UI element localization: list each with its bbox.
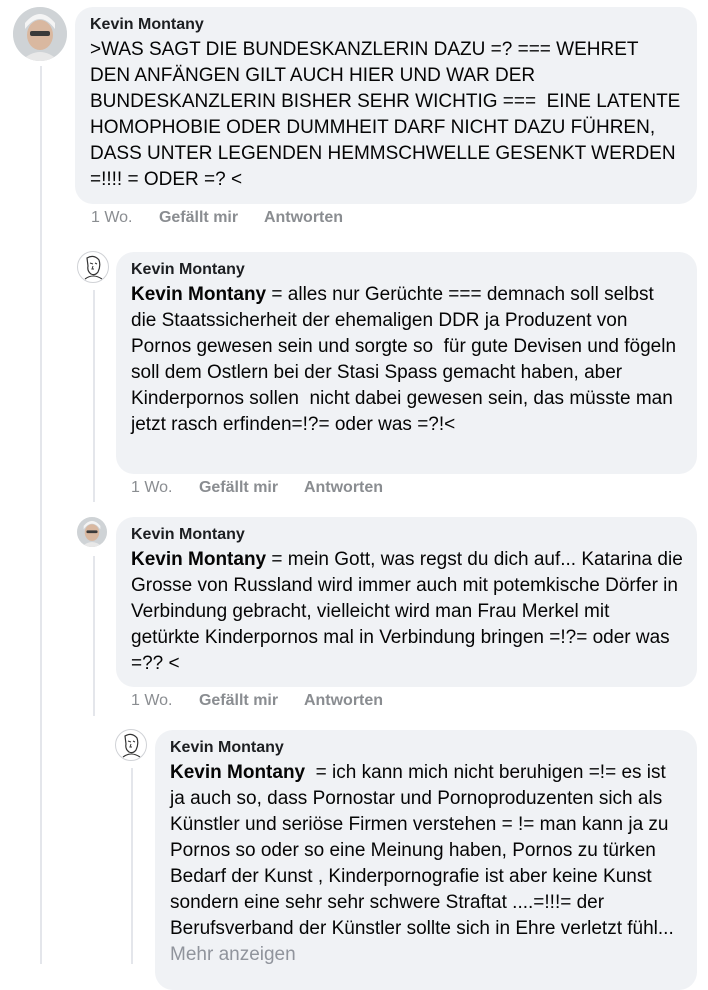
comment-actions: 1 Wo. Gefällt mir Antworten [91, 209, 365, 227]
comment-time[interactable]: 1 Wo. [131, 692, 173, 709]
thread-line [131, 768, 133, 964]
comment-text: Kevin Montany = mein Gott, was regst du … [131, 547, 683, 677]
comment-author[interactable]: Kevin Montany [90, 16, 683, 34]
comment-text: Kevin Montany = alles nur Gerüchte === d… [131, 282, 683, 438]
comment-author[interactable]: Kevin Montany [131, 526, 683, 544]
comment-body: = alles nur Gerüchte === demnach soll se… [131, 284, 682, 435]
avatar[interactable] [115, 729, 147, 761]
avatar-photo-icon [77, 517, 107, 547]
comment-bubble: Kevin Montany Kevin Montany = mein Gott,… [116, 517, 697, 687]
tagged-author[interactable]: Kevin Montany [131, 549, 266, 570]
avatar-sketch-icon [84, 255, 103, 280]
tagged-author[interactable]: Kevin Montany [131, 284, 266, 305]
avatar-photo-icon [13, 7, 67, 61]
comment-text: >WAS SAGT DIE BUNDESKANZLERIN DAZU =? ==… [90, 39, 686, 190]
reply-button[interactable]: Antworten [304, 479, 383, 496]
like-button[interactable]: Gefällt mir [159, 209, 238, 226]
avatar-sketch-icon [122, 733, 141, 758]
comment-bubble: Kevin Montany >WAS SAGT DIE BUNDESKANZLE… [75, 7, 697, 204]
thread-line [40, 66, 42, 964]
comment-author[interactable]: Kevin Montany [170, 739, 683, 757]
comment-body: = ich kann mich nicht beruhigen =!= es i… [170, 762, 674, 939]
tagged-author[interactable]: Kevin Montany [170, 762, 305, 783]
like-button[interactable]: Gefällt mir [199, 692, 278, 709]
comment-actions: 1 Wo. Gefällt mir Antworten [131, 479, 405, 497]
like-button[interactable]: Gefällt mir [199, 479, 278, 496]
thread-line [93, 290, 95, 502]
comment-time[interactable]: 1 Wo. [131, 479, 173, 496]
avatar[interactable] [77, 517, 107, 547]
avatar[interactable] [13, 7, 67, 61]
thread-line [93, 556, 95, 716]
comment-bubble: Kevin Montany Kevin Montany = alles nur … [116, 252, 697, 474]
comment-author[interactable]: Kevin Montany [131, 261, 683, 279]
reply-button[interactable]: Antworten [304, 692, 383, 709]
avatar[interactable] [77, 251, 109, 283]
reply-button[interactable]: Antworten [264, 209, 343, 226]
comment-actions: 1 Wo. Gefällt mir Antworten [131, 692, 405, 710]
comment-bubble: Kevin Montany Kevin Montany = ich kann m… [155, 730, 697, 990]
comment-text: Kevin Montany = ich kann mich nicht beru… [170, 760, 683, 968]
comment-time[interactable]: 1 Wo. [91, 209, 133, 226]
